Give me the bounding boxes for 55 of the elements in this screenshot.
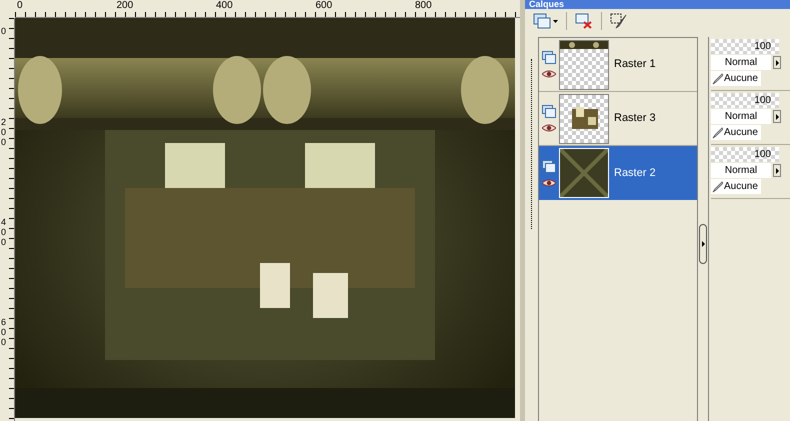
selection-brush-icon [610,13,628,29]
dropdown-arrow-button[interactable] [773,56,781,69]
blend-mode-dropdown[interactable]: Normal [711,163,771,178]
ruler-label: 800 [415,1,432,11]
opacity-field[interactable]: 100 [711,93,779,108]
ruler-label: 0 [17,1,23,11]
layer-name: Raster 3 [614,111,656,126]
dropdown-arrow-button[interactable] [773,110,781,123]
layer-thumbnail [559,40,609,90]
layer-name: Raster 2 [614,166,656,181]
ruler-label: 200 [1,117,8,147]
blend-mode-dropdown[interactable]: Normal [711,55,771,70]
palette-title: Calques [529,0,564,9]
eye-icon[interactable] [542,124,556,132]
layer-thumbnail [559,94,609,144]
ruler-label: 0 [1,26,8,36]
layer-mask-field[interactable]: Aucune [711,71,761,86]
arrow-right-icon [776,168,778,174]
ruler-label: 400 [216,1,233,11]
arrow-right-icon [776,60,778,66]
brush-icon [711,180,723,192]
ruler-label: 200 [116,1,134,11]
layer-thumbnail [559,148,609,198]
delete-layer-button[interactable] [575,13,593,29]
arrow-right-icon [702,241,704,247]
layers-icon [533,13,551,29]
layer-row[interactable]: Raster 2 [539,146,697,200]
mask-label: Aucune [724,180,758,194]
eye-icon[interactable] [542,70,556,78]
layer-type-icon [542,105,556,118]
layer-type-icon [542,160,556,172]
brush-icon [711,72,723,84]
dropdown-arrow-button[interactable] [773,164,781,177]
caret-icon [553,20,558,22]
eye-icon[interactable] [542,178,556,186]
layer-mask-field[interactable]: Aucune [711,125,761,140]
new-layer-button[interactable] [533,13,558,29]
ruler-label: 400 [1,217,8,247]
ruler-label: 600 [316,1,332,11]
blend-mode-dropdown[interactable]: Normal [711,109,771,124]
edit-selection-button[interactable] [610,13,628,29]
mask-label: Aucune [724,126,758,140]
layer-type-icon [542,51,556,64]
opacity-field[interactable]: 100 [711,147,779,162]
brush-icon [711,126,723,138]
layer-name: Raster 1 [614,57,656,72]
layer-row[interactable]: Raster 1 [539,38,697,92]
layer-delete-icon [575,13,593,29]
layer-row[interactable]: Raster 3 [539,92,697,146]
panel-toggle-handle[interactable] [699,224,707,264]
opacity-field[interactable]: 100 [711,39,779,54]
ruler-label: 600 [1,317,8,347]
mask-label: Aucune [724,72,758,86]
layer-mask-field[interactable]: Aucune [711,179,761,194]
arrow-right-icon [776,114,778,120]
